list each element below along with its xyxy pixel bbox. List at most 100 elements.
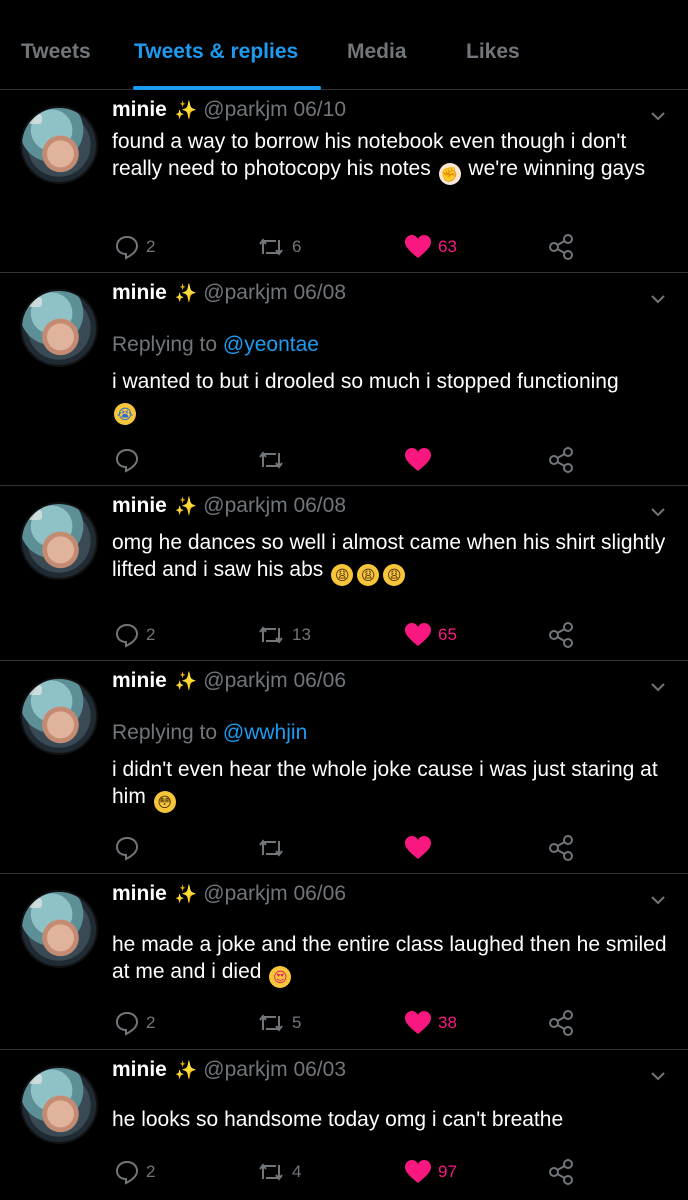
share-button[interactable] xyxy=(548,1006,576,1040)
reply-button[interactable] xyxy=(114,443,140,477)
sparkles-icon: ✨ xyxy=(174,100,198,120)
retweet-button[interactable]: 4 xyxy=(256,1155,301,1189)
reply-button[interactable] xyxy=(114,831,140,865)
tweet-text-body: he made a joke and the entire class laug… xyxy=(112,933,667,983)
avatar[interactable] xyxy=(20,289,98,367)
tab-likes[interactable]: Likes xyxy=(466,40,520,64)
reply-icon xyxy=(115,836,139,861)
tweet-text: found a way to borrow his notebook even … xyxy=(112,128,672,185)
weary-face-emoji-icon: 😩 xyxy=(357,564,380,586)
tweet[interactable]: minie ✨ @parkjm 06/03 he looks so handsome… xyxy=(0,1050,688,1200)
display-name[interactable]: minie xyxy=(112,281,167,304)
retweet-icon xyxy=(259,839,283,857)
like-button[interactable]: 97 xyxy=(404,1155,457,1189)
heart-filled-icon xyxy=(405,623,431,646)
reply-icon xyxy=(115,1011,139,1036)
retweet-button[interactable] xyxy=(256,443,286,477)
avatar[interactable] xyxy=(20,1066,98,1144)
tweet-header: minie ✨ @parkjm 06/08 xyxy=(112,281,346,305)
sparkles-icon: ✨ xyxy=(174,1060,198,1080)
reply-icon xyxy=(115,623,139,648)
chevron-down-icon[interactable] xyxy=(650,1068,666,1084)
share-button[interactable] xyxy=(548,831,576,865)
avatar[interactable] xyxy=(20,106,98,184)
avatar[interactable] xyxy=(20,502,98,580)
handle-and-date: @parkjm 06/06 xyxy=(203,882,346,905)
retweet-icon xyxy=(259,451,283,469)
tweet-header: minie ✨ @parkjm 06/06 xyxy=(112,882,346,906)
reply-count: 2 xyxy=(146,1013,156,1032)
tweet-text-body: i wanted to but i drooled so much i stop… xyxy=(112,370,619,393)
tab-media[interactable]: Media xyxy=(347,40,407,64)
tweet-header: minie ✨ @parkjm 06/03 xyxy=(112,1058,346,1082)
handle-and-date: @parkjm 06/10 xyxy=(203,98,346,121)
like-count: 97 xyxy=(438,1162,457,1181)
display-name[interactable]: minie xyxy=(112,1058,167,1081)
tweet-header: minie ✨ @parkjm 06/06 xyxy=(112,669,346,693)
reply-count: 2 xyxy=(146,237,156,256)
display-name[interactable]: minie xyxy=(112,494,167,517)
share-icon xyxy=(549,622,573,648)
like-button[interactable]: 63 xyxy=(404,230,457,264)
tweet[interactable]: minie ✨ @parkjm 06/06 he made a joke and t… xyxy=(0,874,688,1050)
reply-button[interactable]: 2 xyxy=(114,1155,155,1189)
tweet-actions: 2 5 38 xyxy=(0,1006,688,1040)
replying-to: Replying to @wwhjin xyxy=(112,721,307,745)
share-button[interactable] xyxy=(548,1155,576,1189)
tab-tweets[interactable]: Tweets xyxy=(21,40,91,64)
display-name[interactable]: minie xyxy=(112,669,167,692)
like-button[interactable] xyxy=(404,831,432,865)
chevron-down-icon[interactable] xyxy=(650,108,666,124)
like-button[interactable] xyxy=(404,443,432,477)
replying-label: Replying to xyxy=(112,721,218,744)
avatar[interactable] xyxy=(20,890,98,968)
retweet-button[interactable]: 13 xyxy=(256,618,311,652)
retweet-button[interactable]: 6 xyxy=(256,230,301,264)
share-button[interactable] xyxy=(548,443,576,477)
tweet[interactable]: minie ✨ @parkjm 06/08 Replying to @yeontae… xyxy=(0,273,688,486)
reply-icon xyxy=(115,235,139,260)
tweet-actions: 2 6 63 xyxy=(0,230,688,264)
tweet-text: i wanted to but i drooled so much i stop… xyxy=(112,368,672,425)
tweet[interactable]: minie ✨ @parkjm 06/06 Replying to @wwhjin … xyxy=(0,661,688,874)
like-button[interactable]: 65 xyxy=(404,618,457,652)
chevron-down-icon[interactable] xyxy=(650,504,666,520)
sparkles-icon: ✨ xyxy=(174,671,198,691)
crying-emoji-icon: 😭 xyxy=(114,403,136,425)
retweet-count: 4 xyxy=(292,1162,302,1181)
reply-button[interactable]: 2 xyxy=(114,1006,155,1040)
replying-to-handle[interactable]: @wwhjin xyxy=(223,721,307,744)
tweet[interactable]: minie ✨ @parkjm 06/08 omg he dances so wel… xyxy=(0,486,688,661)
weary-face-emoji-icon: 😩 xyxy=(383,564,406,586)
share-icon xyxy=(549,234,573,260)
tab-tweets-and-replies[interactable]: Tweets & replies xyxy=(134,40,298,64)
weary-face-emoji-icon: 😩 xyxy=(331,564,354,586)
profile-tabs: Tweets Tweets & replies Media Likes xyxy=(0,0,688,90)
replying-to: Replying to @yeontae xyxy=(112,333,319,357)
like-button[interactable]: 38 xyxy=(404,1006,457,1040)
tweet[interactable]: minie ✨ @parkjm 06/10 found a way to borro… xyxy=(0,90,688,273)
chevron-down-icon[interactable] xyxy=(650,892,666,908)
display-name[interactable]: minie xyxy=(112,98,167,121)
tweet-text-body: i didn't even hear the whole joke cause … xyxy=(112,758,658,808)
reply-button[interactable]: 2 xyxy=(114,618,155,652)
tweet-actions xyxy=(0,443,688,477)
heart-filled-icon xyxy=(405,235,431,258)
share-button[interactable] xyxy=(548,230,576,264)
reply-button[interactable]: 2 xyxy=(114,230,155,264)
avatar[interactable] xyxy=(20,677,98,755)
share-button[interactable] xyxy=(548,618,576,652)
share-icon xyxy=(549,447,573,473)
retweet-button[interactable]: 5 xyxy=(256,1006,301,1040)
retweet-button[interactable] xyxy=(256,831,286,865)
chevron-down-icon[interactable] xyxy=(650,291,666,307)
reply-icon xyxy=(115,1160,139,1185)
chevron-down-icon[interactable] xyxy=(650,679,666,695)
replying-to-handle[interactable]: @yeontae xyxy=(223,333,319,356)
tweet-text: omg he dances so well i almost came when… xyxy=(112,529,672,586)
sparkles-icon: ✨ xyxy=(174,283,198,303)
retweet-count: 13 xyxy=(292,625,311,644)
raised-fist-emoji-icon: ✊ xyxy=(438,163,461,185)
share-icon xyxy=(549,835,573,861)
display-name[interactable]: minie xyxy=(112,882,167,905)
